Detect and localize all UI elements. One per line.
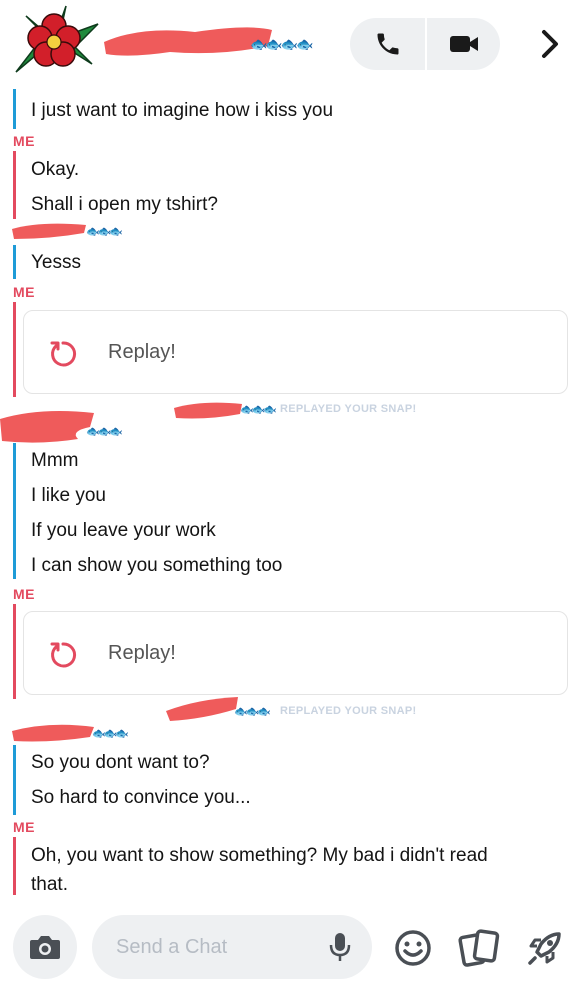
fish-emoji-decoration: 🐟🐟🐟	[234, 706, 271, 718]
fish-emoji-decoration: 🐟🐟🐟	[86, 226, 123, 238]
me-message-bar	[13, 604, 16, 699]
friend-message: I can show you something too	[31, 555, 283, 576]
fish-emoji-decoration: 🐟🐟🐟	[240, 404, 277, 416]
fish-emoji-decoration: 🐟🐟🐟🐟	[250, 36, 314, 52]
flower-avatar-icon[interactable]	[6, 2, 102, 78]
camera-button[interactable]	[13, 915, 77, 979]
redacted-name	[166, 697, 238, 721]
video-call-button[interactable]	[427, 18, 500, 70]
me-message: Shall i open my tshirt?	[31, 194, 218, 215]
sender-label-me: ME	[13, 819, 35, 835]
friend-message: Mmm	[31, 450, 79, 471]
replay-label: Replay!	[108, 642, 176, 664]
redacted-sender-name	[12, 724, 94, 742]
friend-message-bar	[13, 745, 16, 815]
snap-replay-card[interactable]: Replay!	[23, 310, 568, 394]
camera-icon	[30, 936, 60, 959]
replay-icon	[50, 341, 77, 367]
chat-thread[interactable]: I just want to imagine how i kiss you ME…	[0, 85, 586, 900]
me-message: that.	[31, 874, 68, 895]
voice-call-button[interactable]	[350, 18, 425, 70]
chat-composer-bar	[0, 900, 586, 1000]
stickers-button[interactable]	[457, 926, 501, 970]
friend-message-bar	[13, 245, 16, 279]
friend-message: I just want to imagine how i kiss you	[31, 100, 334, 121]
friend-message: Yesss	[31, 252, 81, 273]
fish-emoji-decoration: 🐟🐟🐟	[86, 426, 123, 438]
replay-label: Replay!	[108, 341, 176, 363]
friend-message: So you dont want to?	[31, 752, 210, 773]
me-message-bar	[13, 151, 16, 219]
replayed-snap-note: REPLAYED YOUR SNAP!	[280, 403, 417, 415]
sender-label-me: ME	[13, 133, 35, 149]
video-camera-icon	[449, 36, 478, 52]
me-message: Oh, you want to show something? My bad i…	[31, 845, 488, 866]
friend-message-bar	[13, 443, 16, 579]
redacted-sender-name	[12, 223, 86, 239]
friend-message: I like you	[31, 485, 106, 506]
smiley-icon	[395, 930, 431, 966]
voice-note-button[interactable]	[324, 930, 356, 964]
redacted-sender-name	[0, 411, 94, 443]
sender-label-me: ME	[13, 586, 35, 602]
replay-icon	[50, 642, 77, 668]
open-profile-button[interactable]	[528, 22, 572, 66]
friend-message: If you leave your work	[31, 520, 216, 541]
fish-emoji-decoration: 🐟🐟🐟	[92, 728, 129, 740]
me-message-bar	[13, 302, 16, 397]
games-button[interactable]	[523, 926, 567, 970]
cards-icon	[458, 929, 500, 967]
phone-icon	[377, 33, 398, 55]
sender-label-me: ME	[13, 284, 35, 300]
friend-message-bar	[13, 89, 16, 129]
redacted-name	[174, 402, 242, 419]
rocket-icon	[528, 932, 561, 965]
friend-message: So hard to convince you...	[31, 787, 251, 808]
redacted-name	[104, 27, 272, 56]
chat-header: 🐟🐟🐟🐟	[0, 0, 586, 85]
chevron-right-icon	[542, 30, 558, 58]
emoji-button[interactable]	[391, 926, 435, 970]
microphone-icon	[329, 933, 351, 961]
snap-replay-card[interactable]: Replay!	[23, 611, 568, 695]
replayed-snap-note: REPLAYED YOUR SNAP!	[280, 705, 417, 717]
me-message: Okay.	[31, 159, 80, 180]
me-message-bar	[13, 837, 16, 895]
